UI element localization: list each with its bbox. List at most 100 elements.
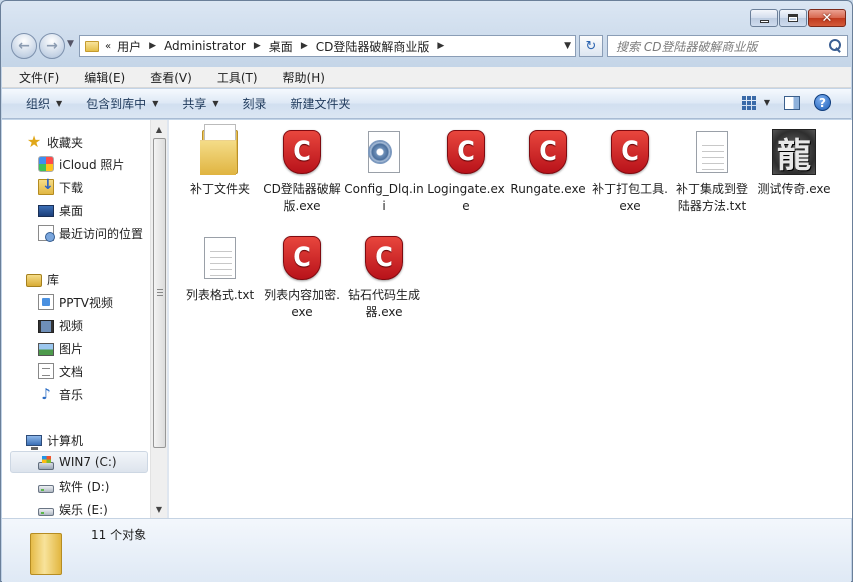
back-button[interactable]: ← bbox=[11, 33, 37, 59]
close-button[interactable]: ✕ bbox=[808, 9, 846, 27]
sidebar-item-drive-c[interactable]: WIN7 (C:) bbox=[10, 451, 148, 473]
settings-file-icon bbox=[368, 131, 400, 173]
menu-view[interactable]: 查看(V) bbox=[133, 69, 200, 86]
sidebar-item-label: iCloud 照片 bbox=[59, 157, 125, 172]
back-arrow-icon: ← bbox=[18, 38, 30, 54]
icloud-photos-icon bbox=[38, 156, 54, 172]
search-icon[interactable] bbox=[826, 37, 844, 55]
sidebar-item-recent-places[interactable]: 最近访问的位置 bbox=[38, 222, 150, 244]
address-bar[interactable]: « 用户 ▶ Administrator ▶ 桌面 ▶ CD登陆器破解商业版 ▶… bbox=[79, 35, 576, 57]
minimize-button[interactable] bbox=[750, 9, 778, 27]
sidebar-item-computer[interactable]: 计算机 bbox=[26, 429, 150, 451]
chevron-right-icon[interactable]: ▶ bbox=[437, 41, 444, 51]
sidebar-item-music[interactable]: ♪ 音乐 bbox=[38, 383, 150, 405]
file-item[interactable]: C 列表内容加密.exe bbox=[261, 234, 343, 321]
file-item[interactable]: 补丁文件夹 bbox=[179, 128, 261, 198]
share-button[interactable]: 共享 ▼ bbox=[170, 95, 230, 112]
document-icon bbox=[38, 363, 54, 379]
sidebar-item-downloads[interactable]: 下载 bbox=[38, 176, 150, 198]
cd-app-icon: C bbox=[611, 130, 649, 174]
sidebar-item-libraries[interactable]: 库 bbox=[26, 268, 150, 290]
forward-button[interactable]: → bbox=[39, 33, 65, 59]
chevron-right-icon[interactable]: ▶ bbox=[254, 41, 261, 51]
picture-icon bbox=[38, 342, 54, 356]
file-item[interactable]: 补丁集成到登陆器方法.txt bbox=[671, 128, 753, 215]
close-icon: ✕ bbox=[821, 10, 833, 26]
sidebar-item-icloud-photos[interactable]: iCloud 照片 bbox=[38, 153, 150, 175]
explorer-window: ✕ ← → ▼ « 用户 ▶ Administrator ▶ 桌面 ▶ CD登陆… bbox=[0, 0, 853, 582]
sidebar-item-drive-e[interactable]: 娱乐 (E:) bbox=[38, 498, 150, 518]
navigation-scrollbar[interactable]: ▲ ▼ bbox=[150, 120, 167, 518]
file-item[interactable]: 列表格式.txt bbox=[179, 234, 261, 304]
sidebar-item-label: 音乐 bbox=[59, 387, 84, 402]
file-name: 补丁集成到登陆器方法.txt bbox=[675, 182, 748, 213]
view-dropdown-icon[interactable]: ▼ bbox=[764, 98, 770, 107]
recent-pages-dropdown[interactable]: ▼ bbox=[67, 39, 74, 49]
hard-drive-icon bbox=[38, 507, 54, 516]
scroll-down-icon[interactable]: ▼ bbox=[151, 501, 167, 517]
search-input[interactable]: 搜索 CD登陆器破解商业版 bbox=[608, 38, 826, 55]
sidebar-item-pptv[interactable]: PPTV视频 bbox=[38, 291, 150, 313]
new-folder-label: 新建文件夹 bbox=[290, 97, 351, 111]
sidebar-item-label: 桌面 bbox=[59, 203, 84, 218]
breadcrumb-item[interactable]: 用户 bbox=[117, 38, 141, 55]
details-pane: 11 个对象 bbox=[2, 518, 851, 582]
sidebar-item-drive-d[interactable]: 软件 (D:) bbox=[38, 475, 150, 497]
grip-icon bbox=[157, 289, 163, 296]
file-name: 钻石代码生成器.exe bbox=[347, 288, 420, 319]
sidebar-item-label: 视频 bbox=[59, 318, 84, 333]
file-item[interactable]: C CD登陆器破解版.exe bbox=[261, 128, 343, 215]
scroll-thumb[interactable] bbox=[153, 138, 166, 448]
file-item[interactable]: C Logingate.exe bbox=[425, 128, 507, 215]
preview-pane-icon[interactable] bbox=[784, 95, 800, 110]
sidebar-item-desktop[interactable]: 桌面 bbox=[38, 199, 150, 221]
menu-tools[interactable]: 工具(T) bbox=[200, 69, 266, 86]
maximize-button[interactable] bbox=[779, 9, 807, 27]
file-item[interactable]: C 补丁打包工具.exe bbox=[589, 128, 671, 215]
sidebar-item-pictures[interactable]: 图片 bbox=[38, 337, 150, 359]
sidebar-item-favorites[interactable]: ★ 收藏夹 bbox=[26, 131, 150, 153]
sidebar-item-documents[interactable]: 文档 bbox=[38, 360, 150, 382]
chevron-right-icon[interactable]: ▶ bbox=[301, 41, 308, 51]
music-note-icon: ♪ bbox=[41, 385, 51, 403]
sidebar-item-videos[interactable]: 视频 bbox=[38, 314, 150, 336]
new-folder-button[interactable]: 新建文件夹 bbox=[279, 95, 363, 112]
sidebar-item-label: 娱乐 (E:) bbox=[59, 502, 108, 517]
windows-drive-icon bbox=[38, 455, 54, 470]
scroll-up-icon[interactable]: ▲ bbox=[151, 121, 167, 137]
refresh-button[interactable]: ↻ bbox=[579, 35, 603, 57]
pptv-video-icon bbox=[38, 294, 54, 310]
search-box[interactable]: 搜索 CD登陆器破解商业版 bbox=[607, 35, 848, 57]
burn-label: 刻录 bbox=[242, 97, 267, 111]
file-name: 列表内容加密.exe bbox=[264, 288, 340, 319]
breadcrumb-item[interactable]: 桌面 bbox=[269, 38, 293, 55]
chevron-right-icon[interactable]: ▶ bbox=[149, 41, 156, 51]
include-in-library-button[interactable]: 包含到库中 ▼ bbox=[74, 95, 170, 112]
file-item[interactable]: 龍 测试传奇.exe bbox=[753, 128, 835, 198]
menu-help[interactable]: 帮助(H) bbox=[266, 69, 333, 86]
text-file-icon bbox=[204, 237, 236, 279]
hard-drive-icon bbox=[38, 484, 54, 493]
caption-buttons: ✕ bbox=[750, 9, 846, 27]
view-controls: ▼ ? bbox=[741, 94, 831, 111]
menu-bar: 文件(F) 编辑(E) 查看(V) 工具(T) 帮助(H) bbox=[2, 67, 851, 88]
address-dropdown-icon[interactable]: ▼ bbox=[564, 41, 571, 51]
change-view-icon[interactable] bbox=[741, 95, 758, 110]
help-icon[interactable]: ? bbox=[814, 94, 831, 111]
burn-button[interactable]: 刻录 bbox=[231, 95, 279, 112]
file-item[interactable]: C 钻石代码生成器.exe bbox=[343, 234, 425, 321]
item-count: 11 个对象 bbox=[91, 528, 147, 542]
file-item[interactable]: C Rungate.exe bbox=[507, 128, 589, 198]
refresh-icon: ↻ bbox=[585, 38, 597, 54]
breadcrumb-overflow[interactable]: « bbox=[105, 41, 111, 52]
breadcrumb-item[interactable]: CD登陆器破解商业版 bbox=[316, 38, 430, 55]
organize-button[interactable]: 组织 ▼ bbox=[2, 95, 74, 112]
breadcrumb-item[interactable]: Administrator bbox=[164, 39, 246, 53]
sidebar-item-label: 文档 bbox=[59, 364, 84, 379]
menu-edit[interactable]: 编辑(E) bbox=[67, 69, 133, 86]
sidebar-item-label: 最近访问的位置 bbox=[59, 226, 144, 241]
menu-file[interactable]: 文件(F) bbox=[2, 69, 67, 86]
download-folder-icon bbox=[38, 177, 54, 195]
cd-app-icon: C bbox=[365, 236, 403, 280]
file-item[interactable]: Config_Dlq.ini bbox=[343, 128, 425, 215]
